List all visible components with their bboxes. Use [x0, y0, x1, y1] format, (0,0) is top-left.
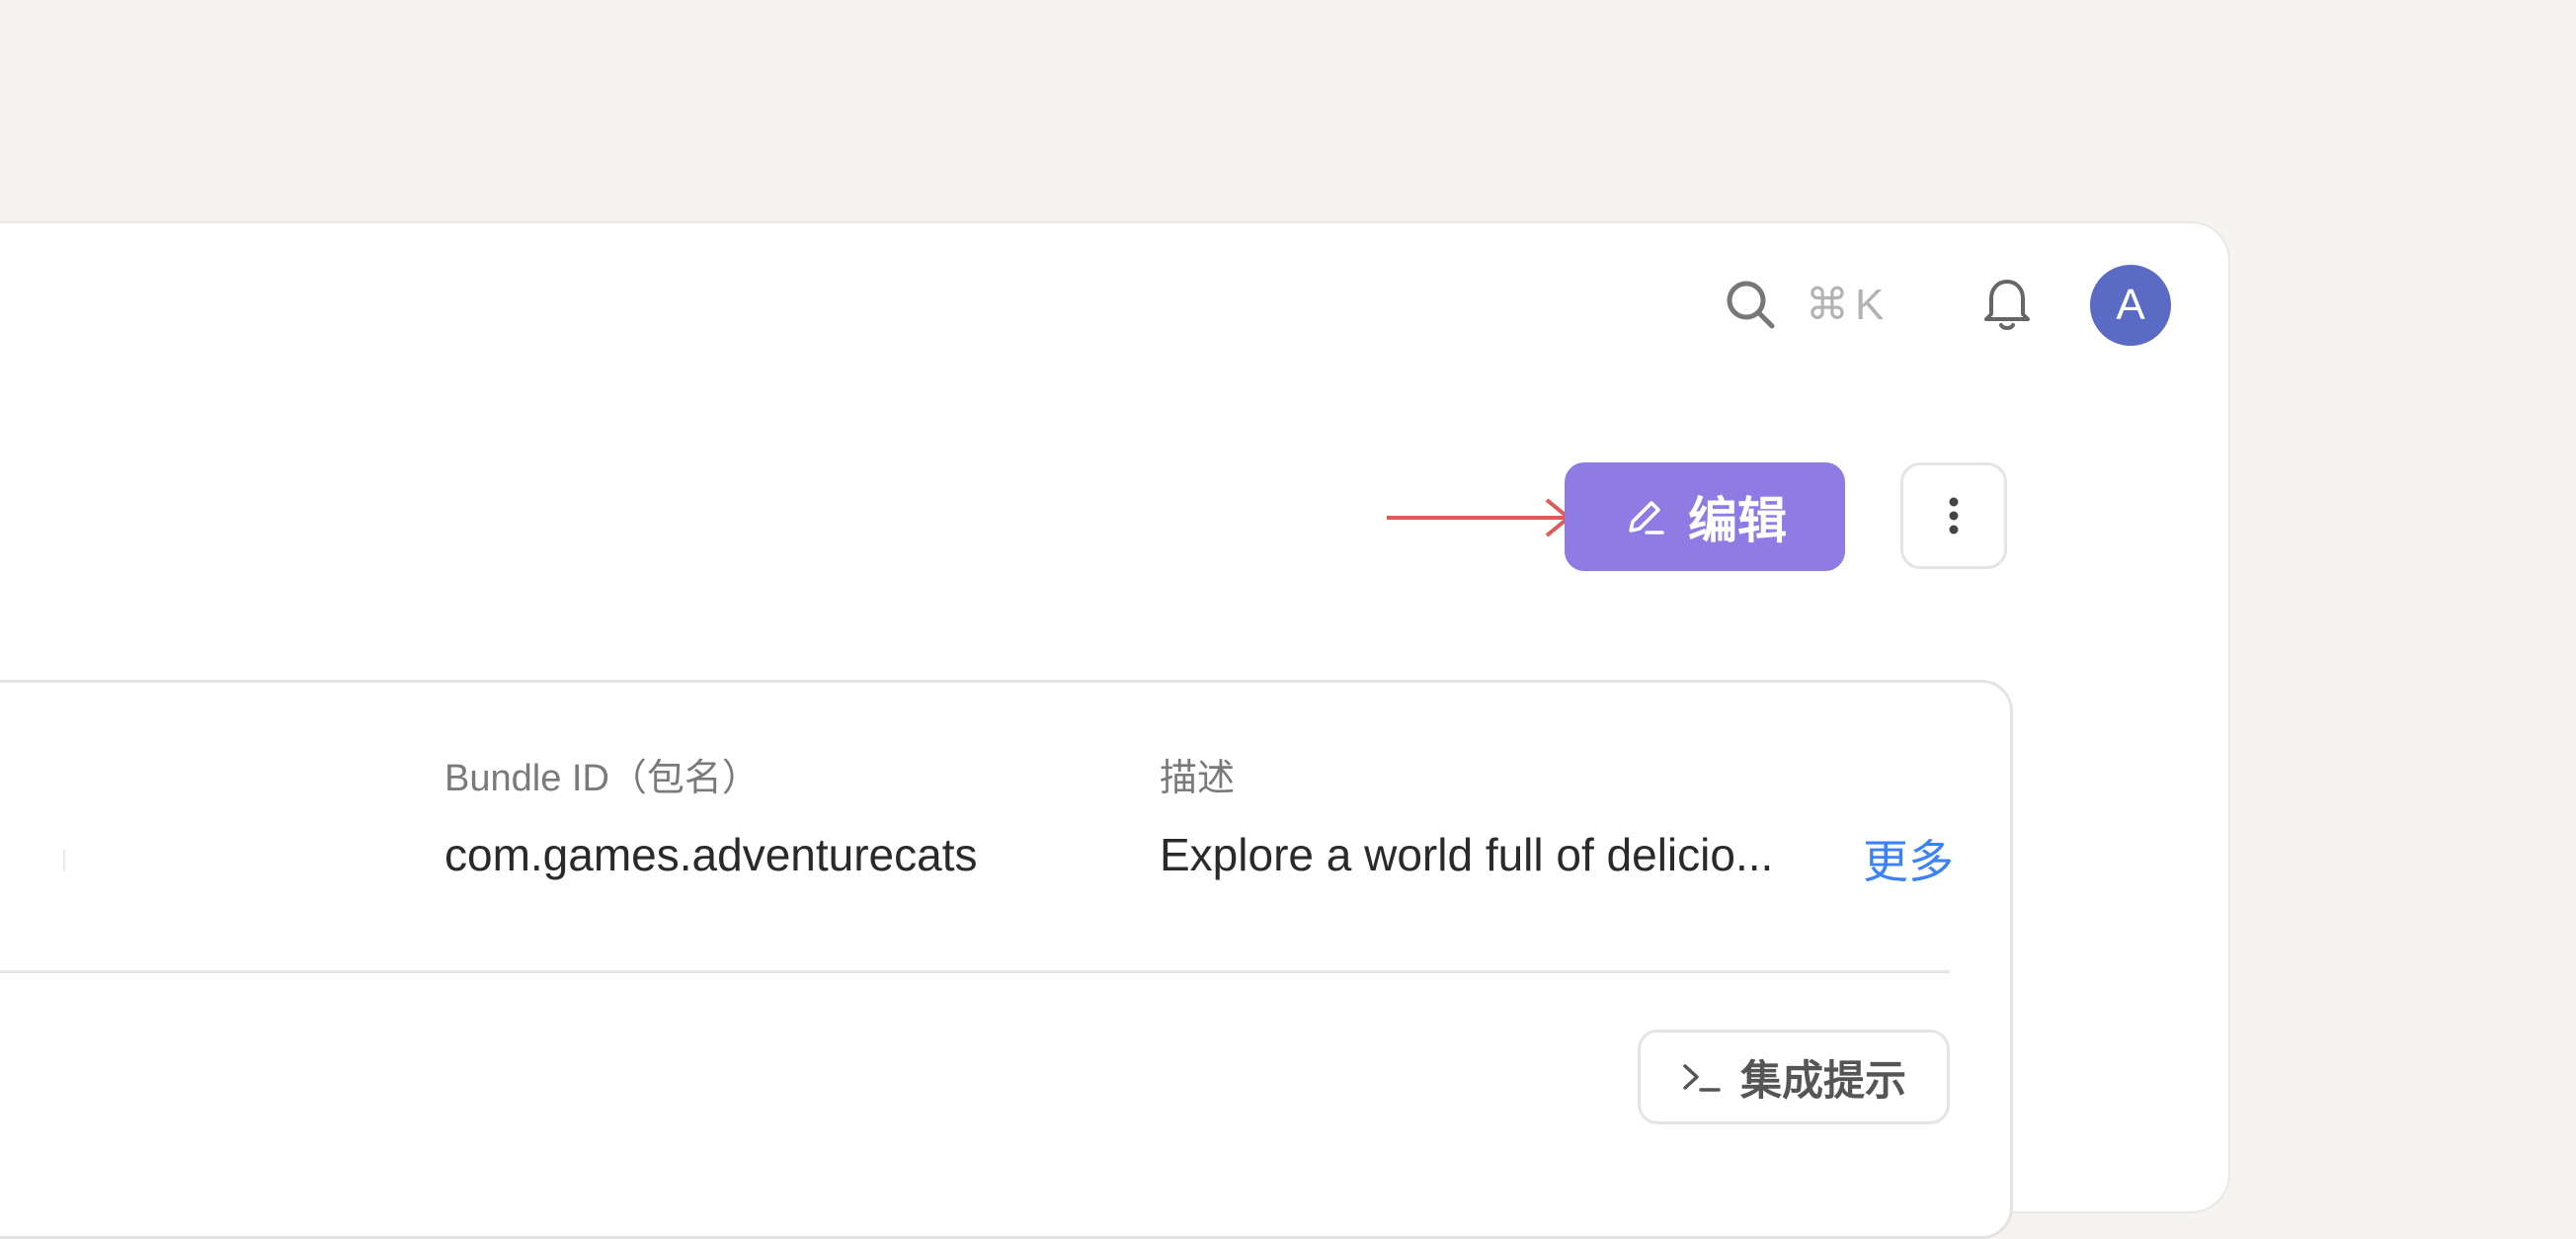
edit-button[interactable]: 编辑 — [1565, 462, 1845, 571]
faint-marker — [63, 850, 65, 871]
app-info-card — [0, 680, 2013, 1239]
card-divider — [0, 970, 1950, 973]
description-label: 描述 — [1160, 758, 1236, 799]
avatar[interactable]: A — [2090, 265, 2171, 346]
annotation-arrow — [1387, 498, 1572, 537]
pencil-icon — [1629, 501, 1664, 535]
integration-hint-button[interactable]: 集成提示 — [1638, 1030, 1950, 1124]
bundle-id-value: com.games.adventurecats — [444, 829, 978, 880]
terminal-icon — [1683, 1064, 1721, 1092]
integration-hint-label: 集成提示 — [1739, 1056, 1906, 1104]
notification-bell-icon[interactable] — [1979, 273, 2035, 334]
description-value: Explore a world full of delicio... — [1160, 829, 1774, 880]
edit-button-label: 编辑 — [1688, 493, 1787, 548]
search-shortcut: ⌘K — [1806, 280, 1891, 329]
bundle-id-label: Bundle ID（包名） — [444, 758, 760, 799]
search-icon — [1727, 281, 1775, 329]
avatar-initial: A — [2116, 281, 2145, 329]
more-options-button[interactable] — [1900, 462, 2007, 569]
vertical-dots-icon — [1949, 497, 1959, 535]
description-more-link[interactable]: 更多 — [1863, 826, 1954, 891]
search-bar[interactable]: ⌘K — [1723, 275, 1896, 334]
